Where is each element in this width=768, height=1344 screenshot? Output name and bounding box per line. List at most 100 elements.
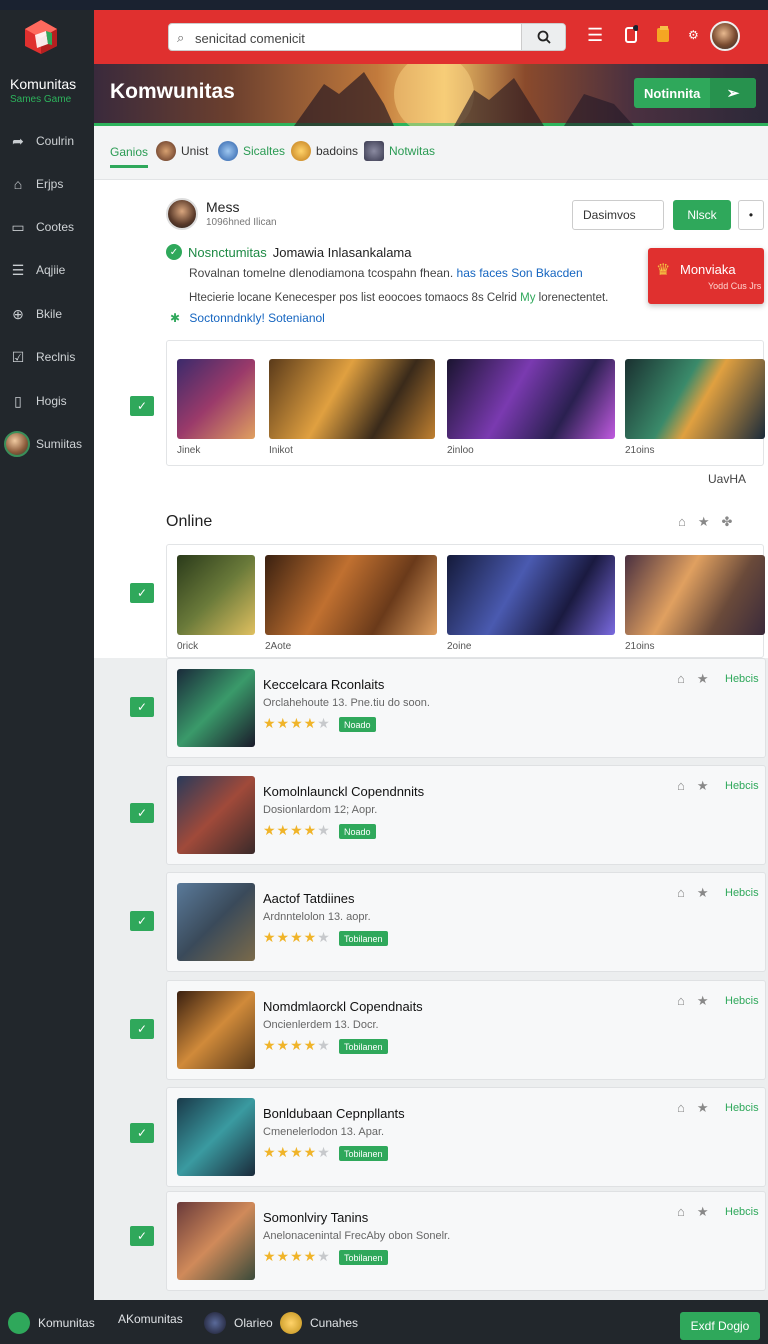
sidebar-item-hogis[interactable]: ▯ Hogis <box>0 386 94 416</box>
puzzle-icon[interactable]: ✤ <box>722 514 745 529</box>
list-item[interactable]: Komolnlaunckl Copendnnits Dosionlardom 1… <box>166 765 766 865</box>
gallery-thumb[interactable] <box>625 359 765 439</box>
home-icon[interactable]: ⌂ <box>677 993 685 1008</box>
star-icon[interactable]: ★ <box>698 514 722 529</box>
gallery-thumb[interactable] <box>625 555 765 635</box>
home-icon[interactable]: ⌂ <box>678 514 698 529</box>
gallery-thumb[interactable] <box>447 359 615 439</box>
item-action-link[interactable]: Hebcis <box>725 1102 759 1114</box>
select-checkbox[interactable]: ✓ <box>130 583 154 603</box>
star-icon[interactable]: ★ <box>697 1100 709 1115</box>
sidebar-item-coulrin[interactable]: ➦ Coulrin <box>0 126 94 156</box>
brand-subtitle: Sames Game <box>10 94 72 105</box>
notification-icon[interactable] <box>624 25 639 50</box>
footer-item-akomunitas[interactable]: AKomunitas <box>118 1312 183 1326</box>
sidebar-item-bkile[interactable]: ⊕ Bkile <box>0 299 94 329</box>
tab-sicaltes[interactable]: Sicaltes <box>218 138 285 164</box>
sidebar-item-sumiitas[interactable]: Sumiitas <box>0 429 94 459</box>
clipboard-icon: ▯ <box>14 392 22 409</box>
home-icon: ⌂ <box>13 176 23 192</box>
menu-icon[interactable]: ☰ <box>587 25 603 46</box>
logo-icon[interactable] <box>22 18 60 56</box>
footer-item-cunahes[interactable]: Cunahes <box>280 1312 358 1334</box>
tab-badoins[interactable]: badoins <box>291 138 358 164</box>
list-item[interactable]: Keccelcara Rconlaits Orclahehoute 13. Pn… <box>166 658 766 758</box>
star-icon[interactable]: ★ <box>697 993 709 1008</box>
gallery-thumb[interactable] <box>177 359 255 439</box>
star-icon[interactable]: ★ <box>697 671 709 686</box>
home-icon[interactable]: ⌂ <box>677 1204 685 1219</box>
rating-stars: ★★★★★ <box>263 929 331 945</box>
item-action-link[interactable]: Hebcis <box>725 887 759 899</box>
star-icon[interactable]: ★ <box>697 1204 709 1219</box>
promo-card[interactable]: ♛ Monviaka Yodd Cus Jrs <box>648 248 764 304</box>
more-button[interactable]: • <box>738 200 764 230</box>
select-checkbox[interactable]: ✓ <box>130 1019 154 1039</box>
check-circle-icon: ✓ <box>166 244 182 260</box>
list-item[interactable]: Somonlviry Tanins Anelonacenintal FrecAb… <box>166 1191 766 1291</box>
promo-subtitle: Yodd Cus Jrs <box>708 281 762 291</box>
section-title: Online <box>166 513 213 530</box>
item-title: Nomdmlaorckl Copendnaits <box>263 999 423 1014</box>
footer-item-komunitas[interactable]: Komunitas <box>8 1312 95 1334</box>
select-checkbox[interactable]: ✓ <box>130 803 154 823</box>
post-line-4[interactable]: ✱ Soctonndnkly! Sotenianol <box>170 311 325 325</box>
gallery-thumb[interactable] <box>447 555 615 635</box>
item-action-link[interactable]: Hebcis <box>725 673 759 685</box>
list-item[interactable]: Bonldubaan Cepnpllants Cmenelerlodon 13.… <box>166 1087 766 1187</box>
item-subtitle: Anelonacenintal FrecAby obon Sonelr. <box>263 1230 451 1242</box>
wallet-icon[interactable] <box>656 25 670 48</box>
star-icon: ✱ <box>170 311 181 325</box>
select-checkbox[interactable]: ✓ <box>130 697 154 717</box>
search-input[interactable] <box>195 28 515 48</box>
home-icon[interactable]: ⌂ <box>677 778 685 793</box>
avatar[interactable] <box>166 198 198 230</box>
headline-highlight[interactable]: Nosnctumitas <box>188 245 267 260</box>
tab-bar: Ganios Unist Sicaltes badoins Notwitas <box>94 126 768 180</box>
search-bar[interactable]: ⌕ <box>168 23 566 51</box>
select-checkbox[interactable]: ✓ <box>130 1226 154 1246</box>
home-icon[interactable]: ⌂ <box>677 885 685 900</box>
sidebar-item-erjps[interactable]: ⌂ Erjps <box>0 169 94 199</box>
item-title: Bonldubaan Cepnpllants <box>263 1106 405 1121</box>
sidebar-item-label: Coulrin <box>36 134 75 148</box>
dasimvos-button[interactable]: Dasimvos <box>572 200 664 230</box>
select-checkbox[interactable]: ✓ <box>130 1123 154 1143</box>
notify-button[interactable]: Notinnita ➢ <box>634 78 756 108</box>
footer-action-button[interactable]: Exdf Dogjo <box>680 1312 760 1340</box>
item-action-link[interactable]: Hebcis <box>725 780 759 792</box>
select-checkbox[interactable]: ✓ <box>130 396 154 416</box>
post-link[interactable]: has faces Son Bkacden <box>457 266 583 280</box>
list-item[interactable]: Nomdmlaorckl Copendnaits Oncienlerdem 13… <box>166 980 766 1080</box>
sidebar-item-cootes[interactable]: ▭ Cootes <box>0 212 94 242</box>
select-checkbox[interactable]: ✓ <box>130 911 154 931</box>
top-header: ⌕ ☰ ⚙ <box>94 10 768 64</box>
item-thumbnail <box>177 669 255 747</box>
gallery-thumb[interactable] <box>269 359 435 439</box>
list-item[interactable]: Aactof Tatdiines Ardnntelolon 13. aopr. … <box>166 872 766 972</box>
globe-icon <box>218 141 238 161</box>
sidebar-item-reclnis[interactable]: ☑ Reclnis <box>0 342 94 372</box>
settings-icon[interactable]: ⚙ <box>688 28 699 42</box>
home-icon[interactable]: ⌂ <box>677 1100 685 1115</box>
media-gallery: 0rick 2Aote 2oine 21oins <box>166 544 765 658</box>
home-icon[interactable]: ⌂ <box>677 671 685 686</box>
tab-notwitas[interactable]: Notwitas <box>364 138 435 164</box>
thumb-label: 2Aote <box>265 641 292 652</box>
tab-label: Ganios <box>110 144 149 159</box>
gallery-thumb[interactable] <box>265 555 437 635</box>
post-author[interactable]: Mess <box>206 199 239 215</box>
gallery-thumb[interactable] <box>177 555 255 635</box>
tab-ganios[interactable]: Ganios <box>110 138 149 168</box>
user-avatar[interactable] <box>710 21 740 51</box>
sidebar-item-aqjiie[interactable]: ☰ Aqjiie <box>0 255 94 285</box>
tab-unist[interactable]: Unist <box>156 138 208 164</box>
status-badge: Noado <box>339 717 376 732</box>
item-action-link[interactable]: Hebcis <box>725 1206 759 1218</box>
item-action-link[interactable]: Hebcis <box>725 995 759 1007</box>
nlsck-button[interactable]: Nlsck <box>673 200 731 230</box>
star-icon[interactable]: ★ <box>697 885 709 900</box>
star-icon[interactable]: ★ <box>697 778 709 793</box>
footer-item-olarieo[interactable]: Olarieo <box>204 1312 273 1334</box>
search-button[interactable] <box>521 24 565 50</box>
